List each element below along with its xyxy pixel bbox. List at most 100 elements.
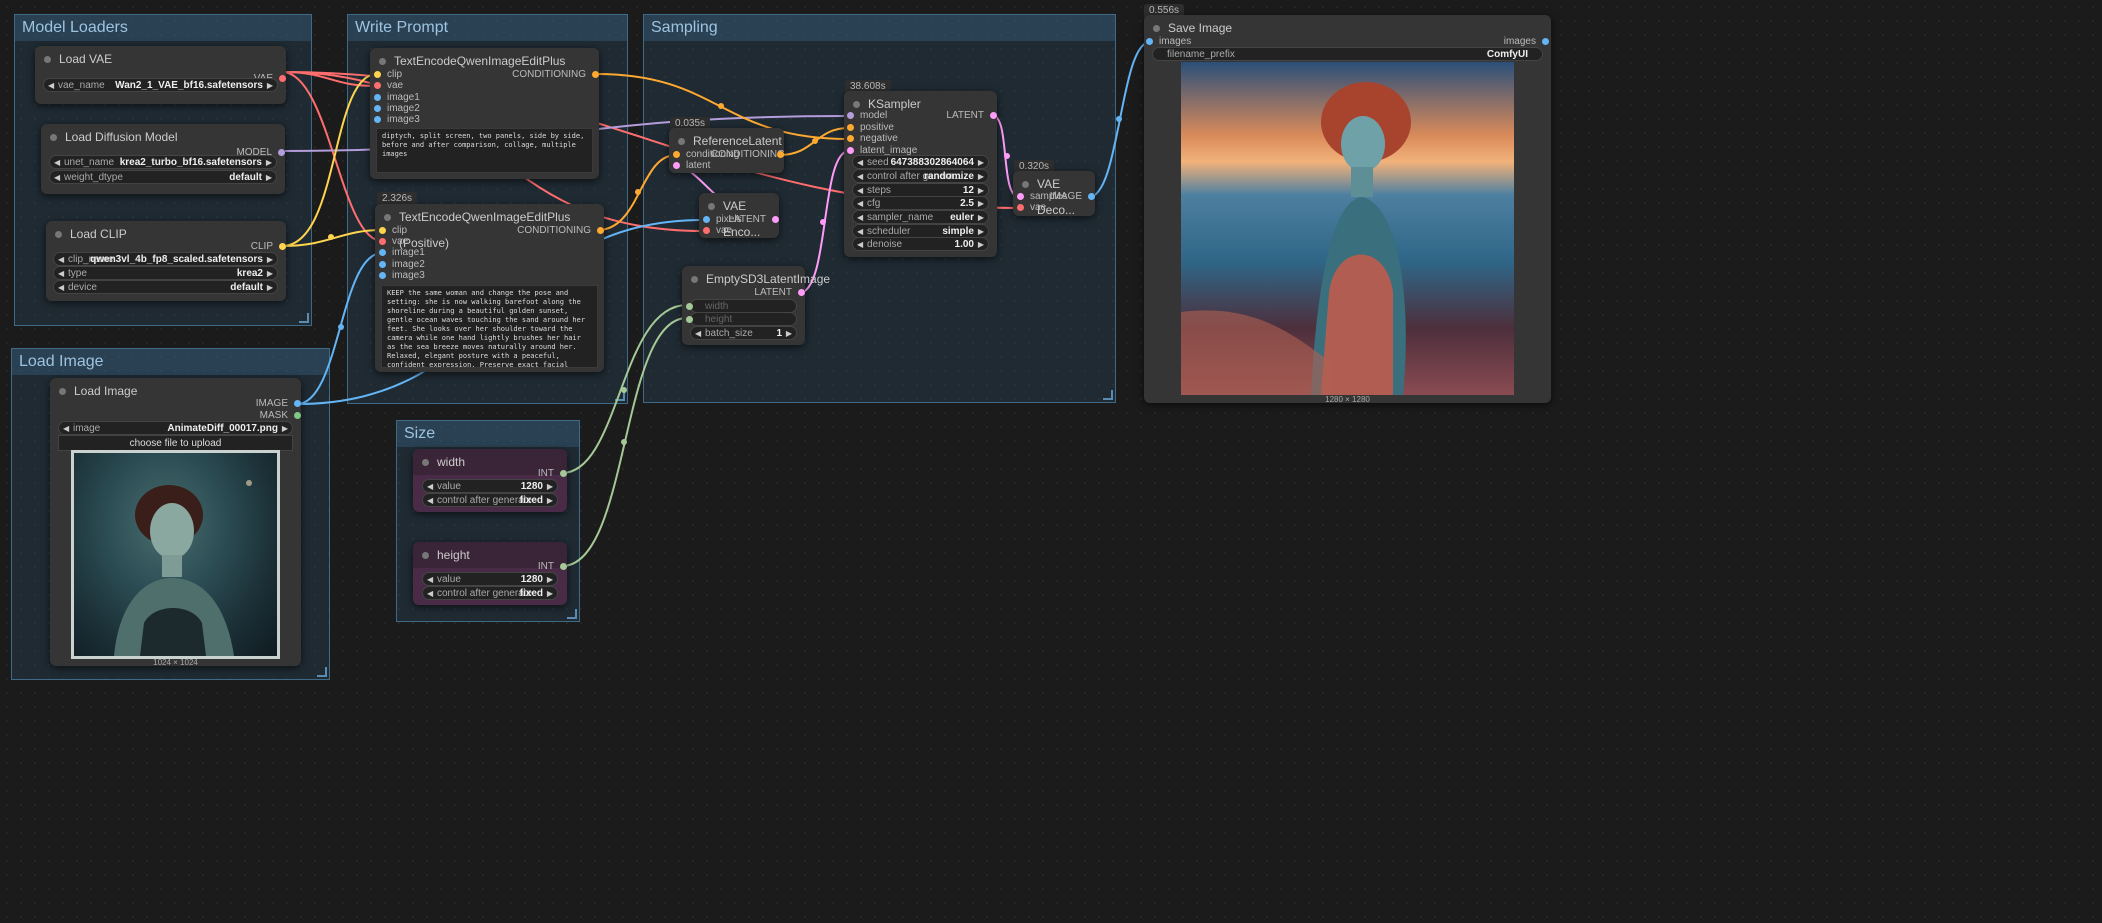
node-text-encode-negative[interactable]: TextEncodeQwenImageEditPlus clip vae ima… <box>370 48 599 179</box>
collapse-dot-icon[interactable] <box>379 58 386 65</box>
arrow-left-icon[interactable]: ◀ <box>58 281 64 295</box>
widget-batch-size[interactable]: ◀ batch_size 1 ▶ <box>690 326 797 340</box>
output-latent[interactable]: LATENT <box>924 109 997 123</box>
arrow-right-icon[interactable]: ▶ <box>978 170 984 184</box>
arrow-right-icon[interactable]: ▶ <box>978 197 984 211</box>
arrow-left-icon[interactable]: ◀ <box>427 494 433 508</box>
widget-sampler-name[interactable]: ◀ sampler_name euler ▶ <box>852 210 989 224</box>
node-vae-encode[interactable]: VAE Enco... pixels vae LATENT <box>699 193 779 239</box>
input-image3[interactable]: image3 <box>379 269 425 283</box>
image-size-caption: 1024 × 1024 <box>153 658 198 667</box>
widget-control-after-generate[interactable]: ◀ control after generate fixed ▶ <box>422 586 558 600</box>
arrow-right-icon[interactable]: ▶ <box>978 211 984 225</box>
output-conditioning[interactable]: CONDITIONING <box>466 68 599 82</box>
collapse-dot-icon[interactable] <box>55 231 62 238</box>
arrow-left-icon[interactable]: ◀ <box>427 587 433 601</box>
output-latent[interactable]: LATENT <box>726 213 779 227</box>
prompt-textarea[interactable]: diptych, split screen, two panels, side … <box>376 128 593 173</box>
widget-cfg[interactable]: ◀ cfg 2.5 ▶ <box>852 196 989 210</box>
node-text-encode-positive[interactable]: TextEncodeQwenImageEditPlus (Positive) c… <box>375 204 604 372</box>
arrow-left-icon[interactable]: ◀ <box>427 480 433 494</box>
collapse-dot-icon[interactable] <box>50 134 57 141</box>
output-image[interactable]: IMAGE <box>1042 190 1095 204</box>
node-title[interactable]: Load VAE <box>35 46 286 72</box>
node-load-diffusion-model[interactable]: Load Diffusion Model MODEL ◀ unet_name kre… <box>41 124 285 194</box>
arrow-right-icon[interactable]: ▶ <box>978 156 984 170</box>
arrow-right-icon[interactable]: ▶ <box>267 253 273 267</box>
arrow-right-icon[interactable]: ▶ <box>547 480 553 494</box>
collapse-dot-icon[interactable] <box>708 203 715 210</box>
collapse-dot-icon[interactable] <box>422 552 429 559</box>
widget-vae-name[interactable]: ◀ vae_name Wan2_1_VAE_bf16.safetensors ▶ <box>43 78 278 92</box>
widget-value[interactable]: ◀ value 1280 ▶ <box>422 572 558 586</box>
widget-denoise[interactable]: ◀ denoise 1.00 ▶ <box>852 237 989 251</box>
arrow-left-icon[interactable]: ◀ <box>857 238 863 252</box>
node-load-vae[interactable]: Load VAE VAE <box>35 46 286 104</box>
node-empty-sd3-latent[interactable]: EmptySD3LatentImage LATENT width height … <box>682 266 830 345</box>
arrow-left-icon[interactable]: ◀ <box>857 156 863 170</box>
input-latent[interactable]: latent <box>673 159 710 173</box>
arrow-left-icon[interactable]: ◀ <box>63 422 69 436</box>
widget-control-after-generate[interactable]: ◀ control after generate fixed ▶ <box>422 493 558 507</box>
node-reference-latent[interactable]: ReferenceLatent conditioning latent COND… <box>669 128 785 173</box>
widget-device[interactable]: ◀ device default ▶ <box>53 280 278 294</box>
output-conditioning[interactable]: CONDITIONING <box>471 224 604 238</box>
widget-seed[interactable]: ◀ seed 647388302864064 ▶ <box>852 155 989 169</box>
upload-button[interactable]: choose file to upload <box>58 435 293 451</box>
portrait-figure <box>1181 82 1411 395</box>
portrait-figure <box>114 480 252 656</box>
collapse-dot-icon[interactable] <box>384 214 391 221</box>
widget-weight-dtype[interactable]: ◀ weight_dtype default ▶ <box>49 170 277 184</box>
widget-value[interactable]: ◀ value 1280 ▶ <box>422 479 558 493</box>
arrow-right-icon[interactable]: ▶ <box>978 238 984 252</box>
arrow-left-icon[interactable]: ◀ <box>857 211 863 225</box>
arrow-left-icon[interactable]: ◀ <box>857 170 863 184</box>
arrow-right-icon[interactable]: ▶ <box>282 422 288 436</box>
arrow-left-icon[interactable]: ◀ <box>54 156 60 170</box>
node-save-image[interactable]: Save Image images images filename_prefix… <box>1144 15 1551 404</box>
widget-clip-name[interactable]: ◀ clip_name qwen3vl_4b_fp8_scaled.safetens… <box>53 252 278 266</box>
node-ksampler[interactable]: KSampler model positive negative latent_… <box>844 91 997 257</box>
widget-steps[interactable]: ◀ steps 12 ▶ <box>852 183 989 197</box>
arrow-left-icon[interactable]: ◀ <box>58 267 64 281</box>
widget-control-after-generate[interactable]: ◀ control after genera... randomize ▶ <box>852 169 989 183</box>
node-load-clip[interactable]: Load CLIP CLIP ◀ clip_name qwen3vl_4b_fp8_… <box>46 221 286 301</box>
widget-image[interactable]: ◀ image AnimateDiff_00017.png ▶ <box>58 421 293 435</box>
arrow-left-icon[interactable]: ◀ <box>54 171 60 185</box>
collapse-dot-icon[interactable] <box>691 276 698 283</box>
arrow-right-icon[interactable]: ▶ <box>266 171 272 185</box>
collapse-dot-icon[interactable] <box>678 138 685 145</box>
collapse-dot-icon[interactable] <box>59 388 66 395</box>
arrow-left-icon[interactable]: ◀ <box>857 197 863 211</box>
prompt-textarea[interactable]: KEEP the same woman and change the pose … <box>381 285 598 368</box>
arrow-right-icon[interactable]: ▶ <box>547 494 553 508</box>
collapse-dot-icon[interactable] <box>1153 25 1160 32</box>
input-image3[interactable]: image3 <box>374 113 420 127</box>
collapse-dot-icon[interactable] <box>44 56 51 63</box>
widget-scheduler[interactable]: ◀ scheduler simple ▶ <box>852 224 989 238</box>
collapse-dot-icon[interactable] <box>422 459 429 466</box>
node-load-image[interactable]: Load Image IMAGE MASK ◀ image AnimateDiff_… <box>50 378 301 667</box>
output-conditioning[interactable]: CONDITIONING <box>711 148 785 162</box>
arrow-right-icon[interactable]: ▶ <box>267 281 273 295</box>
arrow-left-icon[interactable]: ◀ <box>427 573 433 587</box>
arrow-right-icon[interactable]: ▶ <box>266 156 272 170</box>
arrow-right-icon[interactable]: ▶ <box>786 327 792 341</box>
arrow-right-icon[interactable]: ▶ <box>267 267 273 281</box>
widget-filename-prefix[interactable]: filename_prefix ComfyUI <box>1152 47 1543 61</box>
widget-height: height <box>686 312 797 326</box>
arrow-left-icon[interactable]: ◀ <box>48 79 54 93</box>
node-height[interactable]: height INT ◀ value 1280 ▶ ◀ control after ge… <box>413 542 567 605</box>
arrow-left-icon[interactable]: ◀ <box>695 327 701 341</box>
arrow-right-icon[interactable]: ▶ <box>547 587 553 601</box>
collapse-dot-icon[interactable] <box>853 101 860 108</box>
widget-type[interactable]: ◀ type krea2 ▶ <box>53 266 278 280</box>
widget-unet-name[interactable]: ◀ unet_name krea2_turbo_bf16.safetensors ▶ <box>49 155 277 169</box>
output-latent[interactable]: LATENT <box>732 286 805 300</box>
arrow-left-icon[interactable]: ◀ <box>58 253 64 267</box>
collapse-dot-icon[interactable] <box>1022 181 1029 188</box>
node-width[interactable]: width INT ◀ value 1280 ▶ ◀ control after gen… <box>413 449 567 512</box>
node-vae-decode[interactable]: VAE Deco... samples vae IMAGE <box>1013 171 1095 217</box>
arrow-right-icon[interactable]: ▶ <box>547 573 553 587</box>
arrow-right-icon[interactable]: ▶ <box>267 79 273 93</box>
